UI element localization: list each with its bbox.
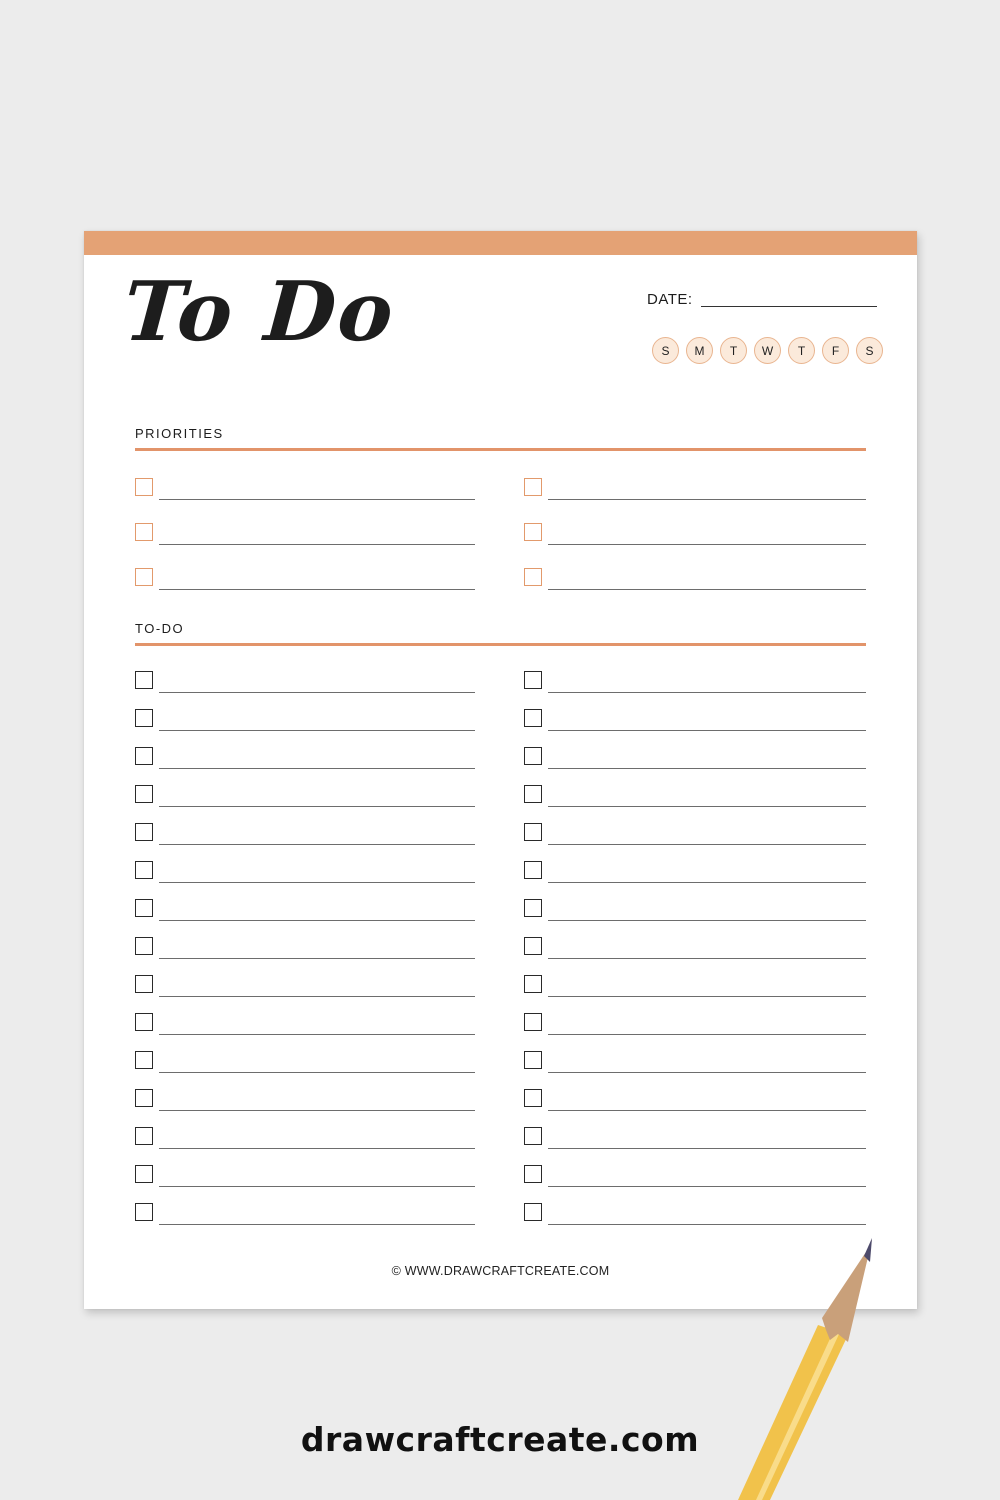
priority-checkbox[interactable] [524, 478, 542, 496]
todo-checkbox[interactable] [524, 937, 542, 955]
todo-checkbox[interactable] [135, 671, 153, 689]
todo-checkbox[interactable] [135, 1051, 153, 1069]
todo-item [524, 1107, 866, 1149]
priority-checkbox[interactable] [135, 478, 153, 496]
todo-checkbox[interactable] [524, 975, 542, 993]
todo-item [524, 727, 866, 769]
todo-checkbox[interactable] [135, 1203, 153, 1221]
priority-item [135, 496, 475, 545]
priority-checkbox[interactable] [524, 523, 542, 541]
weekday-circle[interactable]: F [822, 337, 849, 364]
priority-item [524, 451, 866, 500]
todo-checkbox[interactable] [524, 671, 542, 689]
todo-item [524, 651, 866, 693]
todo-divider [135, 643, 866, 646]
todo-checkbox[interactable] [135, 823, 153, 841]
todo-checkbox[interactable] [135, 1013, 153, 1031]
todo-printable-page: To Do DATE: SMTWTFS PRIORITIES TO-DO © W… [84, 231, 917, 1309]
todo-checkbox[interactable] [135, 709, 153, 727]
todo-checkbox[interactable] [524, 1203, 542, 1221]
todo-checkbox[interactable] [135, 1165, 153, 1183]
priority-checkbox[interactable] [524, 568, 542, 586]
priority-item [135, 451, 475, 500]
priority-write-line[interactable] [159, 589, 475, 590]
todo-item [524, 917, 866, 959]
weekday-selector: SMTWTFS [652, 337, 883, 364]
todo-item [524, 879, 866, 921]
todo-checkbox[interactable] [135, 975, 153, 993]
todo-checkbox[interactable] [524, 709, 542, 727]
todo-list [135, 651, 866, 1225]
todo-item [524, 993, 866, 1035]
todo-checkbox[interactable] [524, 1013, 542, 1031]
todo-checkbox[interactable] [524, 899, 542, 917]
date-label: DATE: [647, 291, 693, 308]
todo-item [135, 1031, 475, 1073]
todo-item [524, 803, 866, 845]
todo-item [524, 1069, 866, 1111]
todo-item [135, 1107, 475, 1149]
todo-item [524, 841, 866, 883]
todo-checkbox[interactable] [524, 1127, 542, 1145]
todo-checkbox[interactable] [524, 823, 542, 841]
todo-item [135, 765, 475, 807]
weekday-circle[interactable]: S [652, 337, 679, 364]
todo-item [524, 955, 866, 997]
todo-item [135, 993, 475, 1035]
page-title: To Do [120, 264, 399, 360]
todo-item [135, 1069, 475, 1111]
todo-write-line[interactable] [548, 1224, 866, 1225]
pencil-body [738, 1325, 848, 1500]
todo-item [135, 841, 475, 883]
todo-checkbox[interactable] [135, 785, 153, 803]
todo-item [524, 1183, 866, 1225]
todo-item [524, 1031, 866, 1073]
todo-checkbox[interactable] [524, 747, 542, 765]
todo-checkbox[interactable] [135, 937, 153, 955]
priority-item [135, 541, 475, 590]
priority-write-line[interactable] [548, 589, 866, 590]
todo-item [135, 1145, 475, 1187]
todo-checkbox[interactable] [524, 1165, 542, 1183]
todo-item [135, 917, 475, 959]
todo-item [524, 765, 866, 807]
todo-checkbox[interactable] [524, 785, 542, 803]
todo-checkbox[interactable] [135, 899, 153, 917]
priorities-heading: PRIORITIES [135, 426, 224, 441]
priority-checkbox[interactable] [135, 523, 153, 541]
date-field: DATE: [647, 291, 877, 308]
priority-item [524, 541, 866, 590]
todo-item [135, 803, 475, 845]
todo-item [524, 689, 866, 731]
todo-heading: TO-DO [135, 621, 185, 636]
priorities-list [135, 451, 866, 590]
todo-item [135, 955, 475, 997]
pencil-icon [738, 1238, 872, 1500]
weekday-circle[interactable]: M [686, 337, 713, 364]
todo-checkbox[interactable] [524, 1089, 542, 1107]
priority-item [524, 496, 866, 545]
weekday-circle[interactable]: T [788, 337, 815, 364]
weekday-circle[interactable]: W [754, 337, 781, 364]
todo-checkbox[interactable] [524, 1051, 542, 1069]
todo-checkbox[interactable] [135, 1127, 153, 1145]
date-input-line[interactable] [700, 306, 877, 307]
weekday-circle[interactable]: S [856, 337, 883, 364]
todo-item [135, 727, 475, 769]
todo-checkbox[interactable] [135, 861, 153, 879]
todo-item [135, 651, 475, 693]
todo-checkbox[interactable] [135, 747, 153, 765]
todo-item [135, 1183, 475, 1225]
todo-checkbox[interactable] [524, 861, 542, 879]
todo-item [135, 689, 475, 731]
weekday-circle[interactable]: T [720, 337, 747, 364]
priority-checkbox[interactable] [135, 568, 153, 586]
header-accent-bar [84, 231, 917, 255]
todo-item [524, 1145, 866, 1187]
todo-write-line[interactable] [159, 1224, 475, 1225]
todo-checkbox[interactable] [135, 1089, 153, 1107]
todo-item [135, 879, 475, 921]
